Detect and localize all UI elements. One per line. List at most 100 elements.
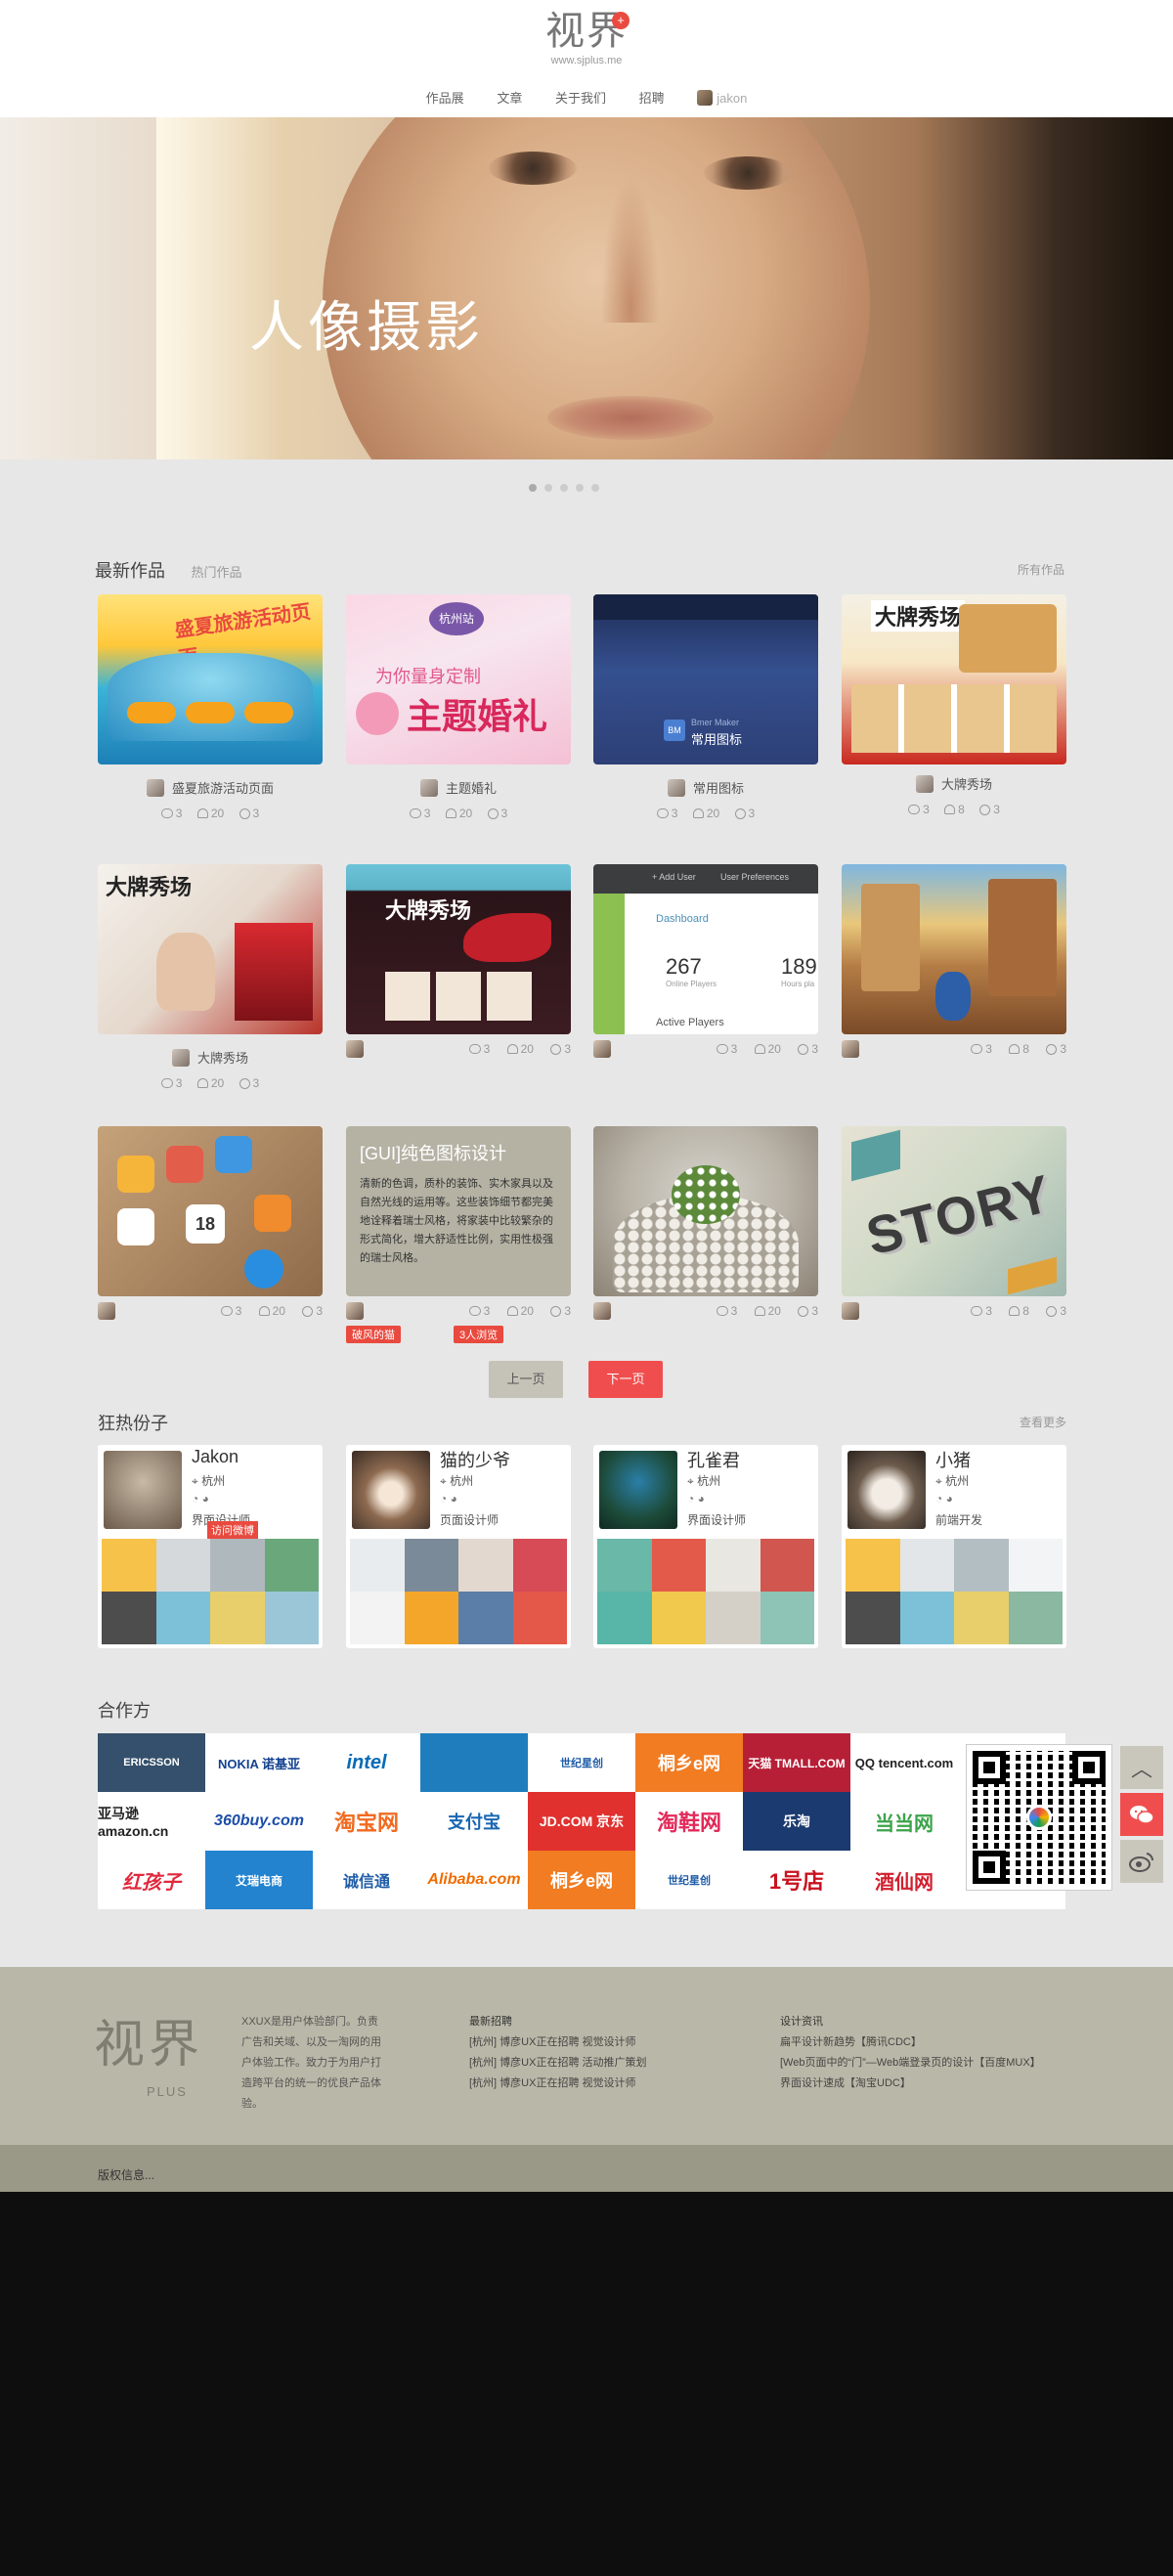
partner-logo-intel[interactable]: intel	[313, 1733, 420, 1792]
work-thumb[interactable]: 盛夏旅游活动页面	[98, 594, 323, 764]
site-logo[interactable]: 视界 + www.sjplus.me	[528, 8, 645, 66]
member-work-thumb[interactable]	[846, 1539, 900, 1592]
work-card[interactable]: 3 8 3	[842, 864, 1066, 1060]
work-thumb[interactable]: 杭州站 为你量身定制 主题婚礼	[346, 594, 571, 764]
partner-logo-dangdang[interactable]: 当当网	[850, 1792, 958, 1851]
work-thumb[interactable]	[593, 1126, 818, 1296]
footer-news-link[interactable]: 界面设计速成【淘宝UDC】	[780, 2074, 1041, 2094]
partner-logo-alibaba[interactable]: Alibaba.com	[420, 1851, 528, 1909]
partner-logo-txew[interactable]: 桐乡e网	[635, 1733, 743, 1792]
comment-icon[interactable]	[239, 808, 250, 819]
footer-news-link[interactable]: 扁平设计新趋势【腾讯CDC】	[780, 2032, 1041, 2053]
weibo-icon[interactable]: ◕	[202, 1492, 209, 1506]
author-avatar[interactable]	[667, 779, 685, 797]
partner-logo-taoxie[interactable]: 淘鞋网	[635, 1792, 743, 1851]
nav-user[interactable]: jakon	[697, 90, 747, 106]
work-name[interactable]: 大牌秀场	[197, 1051, 248, 1066]
member-work-thumb[interactable]	[597, 1592, 652, 1644]
work-thumb[interactable]: 大牌秀场	[842, 594, 1066, 764]
weibo-icon[interactable]: ◕	[698, 1492, 705, 1506]
author-avatar[interactable]	[146, 779, 164, 797]
nav-item-jobs[interactable]: 招聘	[639, 88, 665, 107]
work-card[interactable]: [GUI]纯色图标设计 清新的色调，质朴的装饰、实木家具以及自然光线的运用等。这…	[346, 1126, 571, 1343]
nav-item-articles[interactable]: 文章	[497, 88, 522, 107]
partner-logo-letao[interactable]: 乐淘	[743, 1792, 850, 1851]
heart-icon[interactable]	[754, 1306, 765, 1316]
member-work-thumb[interactable]	[760, 1539, 814, 1592]
member-card[interactable]: 小猪 ⌖ 杭州 ◔ ◕ 前端开发	[842, 1445, 1066, 1648]
next-page-button[interactable]: 下一页	[588, 1361, 663, 1398]
back-to-top-button[interactable]: ︿	[1120, 1746, 1163, 1789]
carousel-dot[interactable]	[576, 484, 584, 492]
heart-icon[interactable]	[258, 1306, 270, 1316]
member-work-thumb[interactable]	[1008, 1592, 1063, 1644]
member-work-thumb[interactable]	[651, 1592, 706, 1644]
member-name[interactable]: 猫的少爷	[440, 1447, 510, 1472]
work-thumb[interactable]: 大牌秀场	[346, 864, 571, 1034]
member-work-thumb[interactable]	[210, 1539, 265, 1592]
member-avatar[interactable]	[847, 1451, 926, 1529]
member-work-thumb[interactable]	[597, 1539, 652, 1592]
member-work-thumb[interactable]	[264, 1592, 319, 1644]
heart-icon[interactable]	[506, 1306, 518, 1316]
comment-icon[interactable]	[487, 808, 499, 819]
member-card[interactable]: 猫的少爷 ⌖ 杭州 ◔ ◕ 页面设计师	[346, 1445, 571, 1648]
author-avatar[interactable]	[419, 779, 438, 797]
qq-icon[interactable]: ◔	[935, 1492, 942, 1506]
heart-icon[interactable]	[692, 808, 704, 818]
member-work-thumb[interactable]	[846, 1592, 900, 1644]
partner-logo-taobao[interactable]: 淘宝网	[313, 1792, 420, 1851]
partner-logo-360buy[interactable]: 360buy.com	[205, 1792, 313, 1851]
work-card[interactable]: 盛夏旅游活动页面 盛夏旅游活动页面 3 20 3	[98, 594, 323, 820]
author-avatar[interactable]	[98, 1302, 115, 1320]
author-avatar[interactable]	[593, 1302, 611, 1320]
hot-works-tab[interactable]: 热门作品	[191, 565, 241, 580]
author-avatar[interactable]	[915, 775, 934, 793]
heart-icon[interactable]	[506, 1044, 518, 1054]
member-card[interactable]: 孔雀君 ⌖ 杭州 ◔ ◕ 界面设计师	[593, 1445, 818, 1648]
heart-icon[interactable]	[1009, 1044, 1021, 1054]
nav-item-about[interactable]: 关于我们	[555, 88, 606, 107]
work-card[interactable]: 18 3 20 3	[98, 1126, 323, 1322]
member-work-thumb[interactable]	[102, 1592, 156, 1644]
footer-logo[interactable]: 视界	[94, 2018, 203, 2073]
work-name[interactable]: 盛夏旅游活动页面	[172, 781, 274, 796]
work-thumb[interactable]: STORY	[842, 1126, 1066, 1296]
partner-logo-qq[interactable]: QQ tencent.com	[850, 1733, 958, 1792]
partner-logo-airui[interactable]: 艾瑞电商	[205, 1851, 313, 1909]
heart-icon[interactable]	[944, 805, 956, 814]
nav-item-works[interactable]: 作品展	[426, 88, 464, 107]
member-work-thumb[interactable]	[458, 1592, 513, 1644]
work-name[interactable]: 常用图标	[693, 781, 744, 796]
work-thumb[interactable]: + Add User User Preferences Dashboard 26…	[593, 864, 818, 1034]
qq-icon[interactable]: ◔	[440, 1492, 447, 1506]
partner-logo-txew[interactable]: 桐乡e网	[528, 1851, 635, 1909]
member-work-thumb[interactable]	[954, 1592, 1009, 1644]
work-card[interactable]: 大牌秀场 3 20 3	[346, 864, 571, 1060]
comment-icon[interactable]	[979, 805, 991, 815]
carousel-dot[interactable]	[560, 484, 568, 492]
footer-job-link[interactable]: [杭州] 博彦UX正在招聘 活动推广策划	[469, 2053, 647, 2074]
member-work-thumb[interactable]	[651, 1539, 706, 1592]
heart-icon[interactable]	[196, 808, 208, 818]
member-name[interactable]: 小猪	[935, 1447, 971, 1472]
weibo-icon[interactable]: ◕	[451, 1492, 457, 1506]
weibo-button[interactable]	[1120, 1840, 1163, 1883]
member-work-thumb[interactable]	[210, 1592, 265, 1644]
comment-icon[interactable]	[239, 1078, 250, 1089]
partner-logo-sjxc[interactable]: 世纪星创	[528, 1733, 635, 1792]
member-avatar[interactable]	[104, 1451, 182, 1529]
member-work-thumb[interactable]	[155, 1592, 210, 1644]
member-work-thumb[interactable]	[512, 1539, 567, 1592]
member-work-thumb[interactable]	[404, 1592, 458, 1644]
work-card[interactable]: + Add User User Preferences Dashboard 26…	[593, 864, 818, 1060]
partner-logo-ericsson[interactable]: ERICSSON	[98, 1733, 205, 1792]
partner-logo-nokia[interactable]: NOKIA 诺基亚	[205, 1733, 313, 1792]
partner-logo-sjxc[interactable]: 世纪星创	[635, 1851, 743, 1909]
carousel-dot[interactable]	[591, 484, 599, 492]
comment-icon[interactable]	[798, 1306, 809, 1317]
wechat-button[interactable]	[1120, 1793, 1163, 1836]
work-card[interactable]: BM Bmer Maker 常用图标 常用图标 3 20 3	[593, 594, 818, 820]
heart-icon[interactable]	[196, 1078, 208, 1088]
work-thumb[interactable]: BM Bmer Maker 常用图标	[593, 594, 818, 764]
